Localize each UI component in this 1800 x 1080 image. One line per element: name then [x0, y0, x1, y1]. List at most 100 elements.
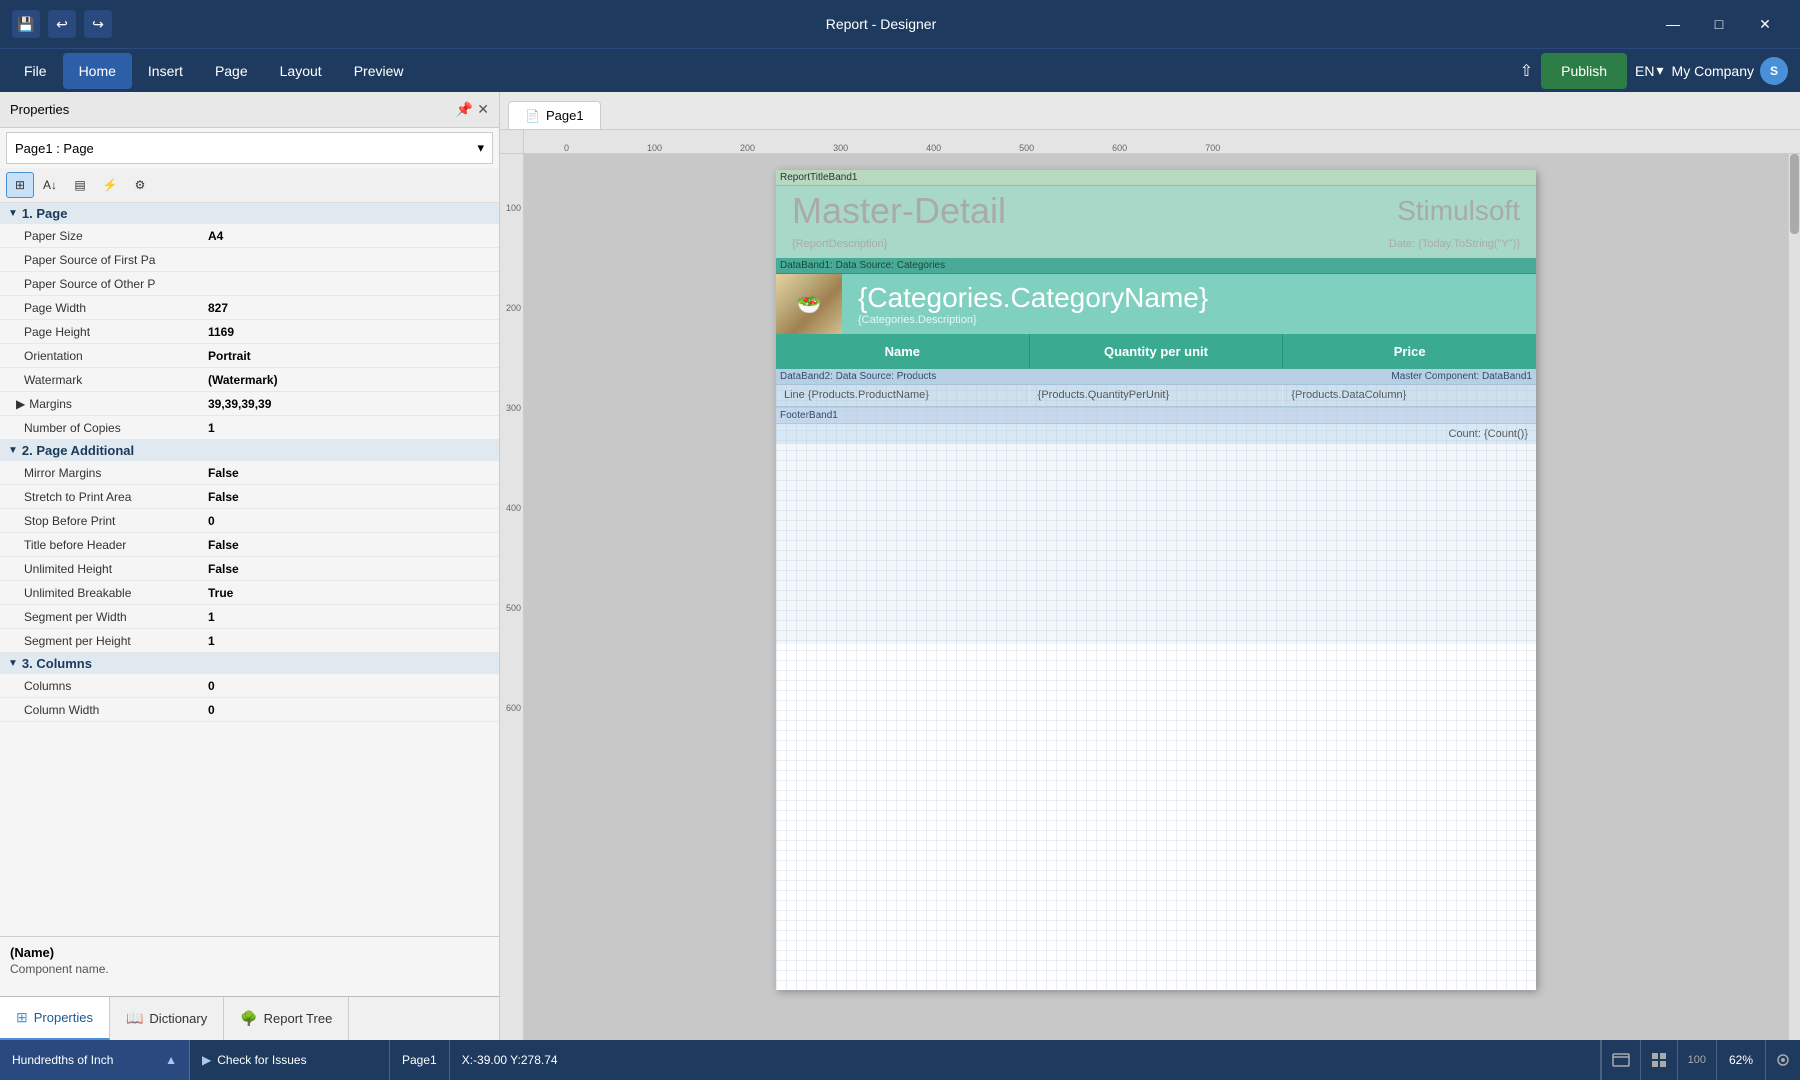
check-issues-button[interactable]: ▶ Check for Issues — [190, 1040, 390, 1080]
prop-margins[interactable]: ▶ Margins 39,39,39,39 — [0, 392, 499, 416]
header-price: Price — [1283, 334, 1536, 369]
report-description-placeholder: {ReportDescription} — [792, 238, 887, 250]
remaining-area — [776, 444, 1536, 644]
page-count-icon: 100 — [1688, 1054, 1706, 1066]
data-band-2[interactable]: DataBand2: Data Source: Products Master … — [776, 369, 1536, 407]
save-button[interactable]: 💾 — [12, 10, 40, 38]
data-band-2-label: DataBand2: Data Source: Products Master … — [776, 369, 1536, 385]
undo-button[interactable]: ↩ — [48, 10, 76, 38]
prop-page-width: Page Width 827 — [0, 296, 499, 320]
prop-unlimited-height: Unlimited Height False — [0, 557, 499, 581]
maximize-button[interactable]: □ — [1696, 0, 1742, 48]
prop-segment-height: Segment per Height 1 — [0, 629, 499, 653]
settings-btn[interactable]: ⚙ — [126, 172, 154, 198]
tab-dictionary[interactable]: 📖 Dictionary — [110, 997, 224, 1040]
section-columns[interactable]: ▼ 3. Columns — [0, 653, 499, 674]
tab-properties[interactable]: ⊞ Properties — [0, 997, 110, 1040]
share-icon[interactable]: ⇧ — [1520, 61, 1533, 81]
zoom-level: 62% — [1716, 1040, 1765, 1080]
data-band-1[interactable]: DataBand1: Data Source: Categories 🥗 {Ca… — [776, 258, 1536, 369]
section-page-additional[interactable]: ▼ 2. Page Additional — [0, 440, 499, 461]
page1-tab-label: Page1 — [546, 108, 584, 123]
footer-band-label: FooterBand1 — [776, 408, 1536, 424]
data-row: Line {Products.ProductName} {Products.Qu… — [776, 385, 1536, 406]
data-cell-quantity: {Products.QuantityPerUnit} — [1030, 385, 1284, 405]
page-label: Page1 — [402, 1053, 437, 1067]
check-issues-label: Check for Issues — [217, 1053, 306, 1067]
company-selector[interactable]: My Company S — [1672, 57, 1788, 85]
ruler-mark-0: 0 — [564, 143, 569, 153]
section-page[interactable]: ▼ 1. Page — [0, 203, 499, 224]
table-header: Name Quantity per unit Price — [776, 334, 1536, 369]
menu-preview[interactable]: Preview — [338, 53, 420, 89]
events-btn[interactable]: ⚡ — [96, 172, 124, 198]
dropdown-arrow-icon: ▾ — [477, 140, 484, 156]
footer-band[interactable]: FooterBand1 Count: {Count()} — [776, 407, 1536, 444]
prop-paper-source-first: Paper Source of First Pa — [0, 248, 499, 272]
margins-expand-icon: ▶ — [16, 397, 25, 411]
language-selector[interactable]: EN ▾ — [1635, 62, 1663, 79]
tab-report-tree[interactable]: 🌳 Report Tree — [224, 997, 349, 1040]
info-name: (Name) — [10, 945, 489, 960]
units-selector[interactable]: Hundredths of Inch ▲ — [0, 1040, 190, 1080]
prop-orientation: Orientation Portrait — [0, 344, 499, 368]
ruler-corner — [500, 130, 524, 154]
menu-file[interactable]: File — [8, 53, 63, 89]
units-arrow-icon[interactable]: ▲ — [165, 1053, 177, 1067]
data-band2-master-label: Master Component: DataBand1 — [1391, 371, 1532, 382]
section-columns-label: 3. Columns — [22, 656, 92, 671]
properties-tab-label: Properties — [34, 1010, 93, 1025]
canvas-area[interactable]: ReportTitleBand1 Master-Detail Stimulsof… — [524, 154, 1788, 1040]
ruler-mark-400: 400 — [926, 143, 941, 153]
dictionary-tab-label: Dictionary — [149, 1011, 207, 1026]
vertical-scrollbar[interactable] — [1788, 154, 1800, 1040]
current-page-indicator: Page1 — [390, 1040, 450, 1080]
page-count-button[interactable]: 100 — [1677, 1040, 1716, 1080]
redo-button[interactable]: ↪ — [84, 10, 112, 38]
menu-insert[interactable]: Insert — [132, 53, 199, 89]
properties-title: Properties — [10, 102, 69, 117]
close-button[interactable]: ✕ — [1742, 0, 1788, 48]
page1-tab[interactable]: 📄 Page1 — [508, 101, 601, 129]
vruler-200: 200 — [500, 304, 523, 313]
component-selector[interactable]: Page1 : Page ▾ — [6, 132, 493, 164]
group-view-btn[interactable]: ▤ — [66, 172, 94, 198]
footer-row: Count: {Count()} — [776, 424, 1536, 444]
ruler-scrollbar-spacer — [1788, 130, 1800, 154]
vruler-500: 500 — [500, 604, 523, 613]
prop-paper-size: Paper Size A4 — [0, 224, 499, 248]
menu-layout[interactable]: Layout — [264, 53, 338, 89]
grid-view-btn[interactable]: ⊞ — [6, 172, 34, 198]
scrollbar-thumb[interactable] — [1790, 154, 1799, 234]
properties-info: (Name) Component name. — [0, 936, 499, 996]
report-title-band[interactable]: ReportTitleBand1 Master-Detail Stimulsof… — [776, 170, 1536, 258]
properties-tab-icon: ⊞ — [16, 1009, 28, 1026]
publish-button[interactable]: Publish — [1541, 53, 1627, 89]
main-content: Properties 📌 ✕ Page1 : Page ▾ ⊞ A↓ ▤ ⚡ ⚙… — [0, 92, 1800, 1040]
panel-close-icon[interactable]: ✕ — [477, 101, 489, 118]
pin-icon[interactable]: 📌 — [456, 101, 473, 118]
layout-icon-button[interactable] — [1640, 1040, 1677, 1080]
selected-component: Page1 : Page — [15, 141, 94, 156]
export-icon-button[interactable] — [1601, 1040, 1640, 1080]
category-name-cell: {Categories.CategoryName} {Categories.De… — [842, 274, 1536, 334]
prop-stretch-print: Stretch to Print Area False — [0, 485, 499, 509]
alpha-sort-btn[interactable]: A↓ — [36, 172, 64, 198]
properties-content: ▼ 1. Page Paper Size A4 Paper Source of … — [0, 203, 499, 936]
units-label: Hundredths of Inch — [12, 1053, 113, 1067]
data-cell-name: Line {Products.ProductName} — [776, 385, 1030, 405]
status-bar: Hundredths of Inch ▲ ▶ Check for Issues … — [0, 1040, 1800, 1080]
menu-page[interactable]: Page — [199, 53, 264, 89]
ruler-mark-200: 200 — [740, 143, 755, 153]
brand-text: Stimulsoft — [1397, 195, 1520, 227]
export-icon — [1612, 1053, 1630, 1067]
minimize-button[interactable]: — — [1650, 0, 1696, 48]
zoom-fit-button[interactable] — [1765, 1040, 1800, 1080]
app-title: Report - Designer — [112, 16, 1650, 32]
prop-page-height: Page Height 1169 — [0, 320, 499, 344]
report-canvas: ReportTitleBand1 Master-Detail Stimulsof… — [776, 170, 1536, 990]
menu-home[interactable]: Home — [63, 53, 132, 89]
report-tree-tab-icon: 🌳 — [240, 1010, 257, 1027]
right-area: 📄 Page1 0 100 200 300 400 500 600 700 — [500, 92, 1800, 1040]
section-page-arrow: ▼ — [8, 208, 18, 219]
